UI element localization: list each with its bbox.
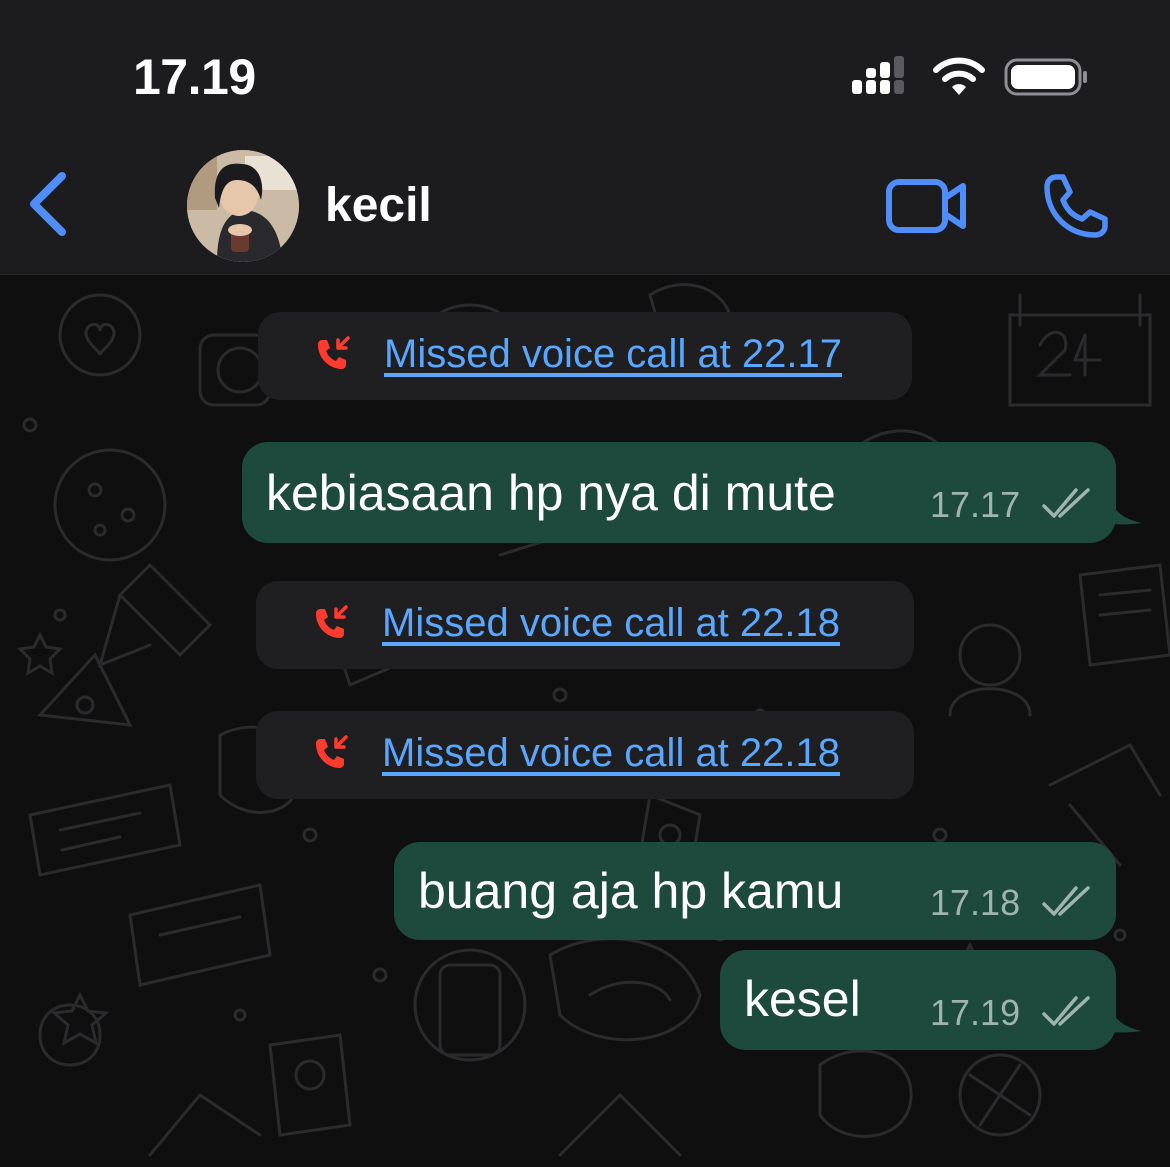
- read-receipt-icon: [1042, 886, 1090, 916]
- video-call-icon[interactable]: [885, 178, 969, 234]
- missed-call-icon: [316, 605, 348, 638]
- avatar[interactable]: [187, 150, 299, 262]
- back-chevron-icon[interactable]: [22, 168, 72, 240]
- read-receipt-icon: [1042, 488, 1090, 518]
- message-time: 17.18: [930, 882, 1021, 923]
- missed-call-notice: Missed voice call at 22.18: [256, 581, 914, 669]
- missed-call-link[interactable]: Missed voice call at 22.17: [384, 332, 842, 377]
- missed-call-notice: Missed voice call at 22.18: [256, 711, 914, 799]
- outgoing-message[interactable]: buang aja hp kamu 17.18: [394, 842, 1116, 940]
- missed-call-icon: [318, 336, 350, 369]
- voice-call-icon[interactable]: [1042, 172, 1110, 240]
- outgoing-message[interactable]: kesel 17.19: [720, 950, 1116, 1050]
- message-time: 17.19: [930, 992, 1021, 1033]
- missed-call-icon: [316, 735, 348, 768]
- battery-icon: [1004, 58, 1087, 96]
- chat-header: 17.19 kecil: [0, 0, 1170, 275]
- message-text: kesel: [744, 971, 861, 1027]
- status-bar-time: 17.19: [133, 49, 256, 105]
- message-text: buang aja hp kamu: [418, 863, 844, 919]
- bubble-tail: [1108, 495, 1142, 525]
- missed-call-link[interactable]: Missed voice call at 22.18: [382, 731, 840, 776]
- message-time: 17.17: [930, 484, 1021, 525]
- missed-call-notice: Missed voice call at 22.17: [258, 312, 912, 400]
- outgoing-message[interactable]: kebiasaan hp nya di mute 17.17: [242, 442, 1116, 543]
- bubble-tail: [1108, 1003, 1142, 1033]
- wifi-icon: [933, 57, 985, 95]
- cellular-signal-icon: [852, 56, 904, 94]
- message-text: kebiasaan hp nya di mute: [266, 465, 836, 521]
- chat-area[interactable]: Missed voice call at 22.17 kebiasaan hp …: [0, 275, 1170, 1167]
- missed-call-link[interactable]: Missed voice call at 22.18: [382, 601, 840, 646]
- read-receipt-icon: [1042, 996, 1090, 1026]
- status-icons: [852, 56, 1092, 100]
- contact-name[interactable]: kecil: [325, 178, 432, 233]
